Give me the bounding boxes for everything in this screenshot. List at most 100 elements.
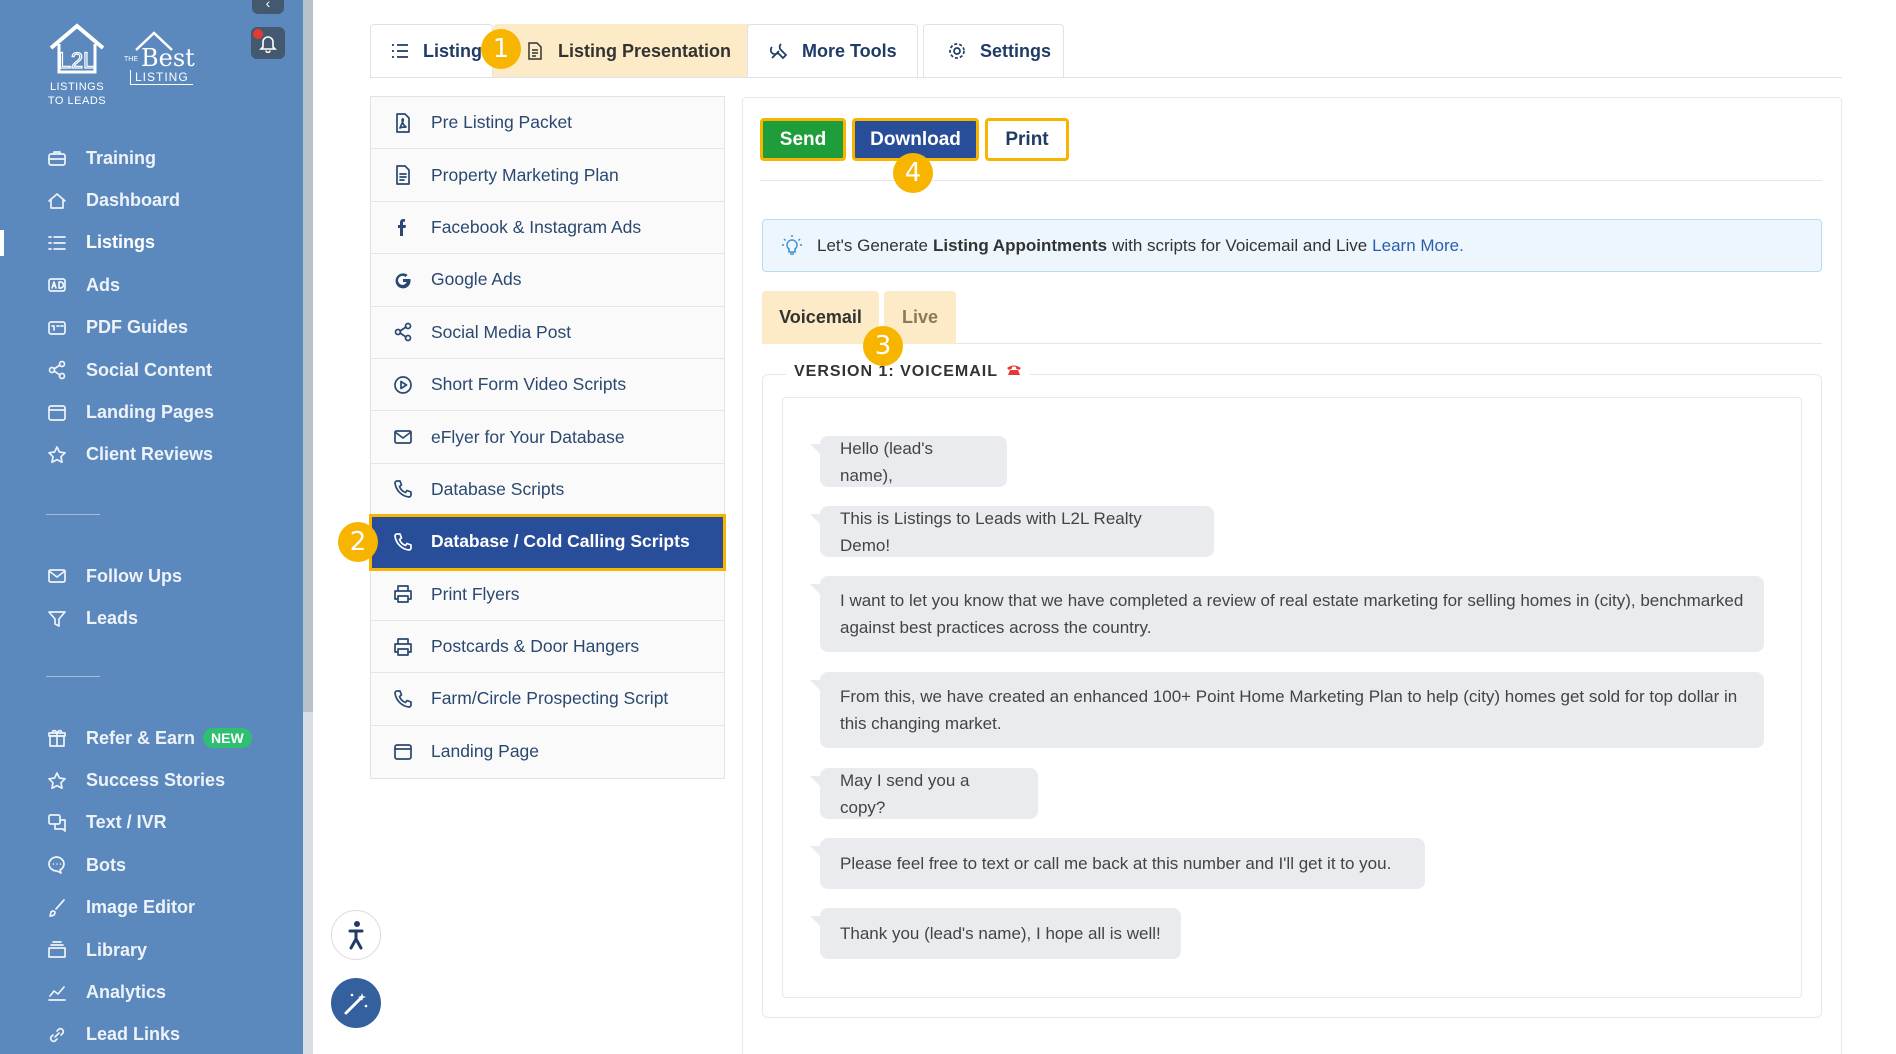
sidebar-item-follow-ups[interactable]: Follow Ups [0, 555, 303, 597]
sidebar-item-ads[interactable]: Ads [0, 264, 303, 306]
list-icon [391, 42, 409, 60]
list-icon [46, 232, 68, 254]
pdf-icon [46, 317, 68, 339]
sidebar-item-landing-pages[interactable]: Landing Pages [0, 391, 303, 433]
info-banner: Let's Generate Listing Appointments with… [762, 219, 1822, 272]
sidebar-item-label: Lead Links [86, 1024, 181, 1045]
submenu-item-label: Farm/Circle Prospecting Script [431, 688, 669, 709]
sidebar-item-lead-links[interactable]: Lead Links [0, 1014, 303, 1054]
sidebar-item-client-reviews[interactable]: Client Reviews [0, 434, 303, 476]
learn-more-link[interactable]: Learn More. [1372, 236, 1464, 256]
submenu-item-label: Database Scripts [431, 478, 565, 499]
submenu-item-pre-listing-packet[interactable]: Pre Listing Packet [371, 97, 724, 150]
submenu-item-farm-circle-prospecting-script[interactable]: Farm/Circle Prospecting Script [371, 673, 724, 726]
submenu-item-short-form-video-scripts[interactable]: Short Form Video Scripts [371, 359, 724, 412]
print-button[interactable]: Print [985, 118, 1069, 161]
sidebar-item-dashboard[interactable]: Dashboard [0, 179, 303, 221]
lightbulb-icon [781, 234, 803, 257]
accessibility-icon [348, 921, 364, 950]
sidebar-collapse-button[interactable]: ‹ [252, 0, 284, 14]
listings-to-leads-logo[interactable]: L2L LISTINGS TO LEADS [42, 22, 112, 107]
sidebar-item-pdf-guides[interactable]: PDF Guides [0, 307, 303, 349]
star-icon [46, 770, 68, 792]
sidebar-item-label: Refer & Earn [86, 727, 196, 748]
info-suffix: with scripts for Voicemail and Live [1112, 235, 1368, 255]
sidebar-item-bots[interactable]: Bots [0, 844, 303, 886]
info-bold: Listing Appointments [932, 235, 1108, 255]
script-message: From this, we have created an enhanced 1… [810, 672, 1764, 748]
star-icon [46, 444, 68, 466]
submenu-item-eflyer-for-your-database[interactable]: eFlyer for Your Database [371, 411, 724, 464]
sidebar-scrollbar-thumb[interactable] [303, 0, 313, 712]
sidebar-item-leads[interactable]: Leads [0, 597, 303, 639]
nav-divider [46, 676, 100, 677]
share-icon [46, 359, 68, 381]
google-icon [393, 270, 413, 290]
magic-wand-icon [344, 993, 368, 1015]
logo-caption-line2: TO LEADS [47, 95, 107, 107]
sidebar-item-refer-earn[interactable]: Refer & Earn NEW [0, 717, 303, 759]
sidebar-item-label: Leads [86, 608, 139, 629]
submenu-item-property-marketing-plan[interactable]: Property Marketing Plan [371, 149, 724, 202]
submenu-item-database-cold-calling-scripts[interactable]: Database / Cold Calling Scripts [369, 514, 726, 571]
sidebar-item-label: Image Editor [86, 897, 196, 918]
notifications-button[interactable] [251, 27, 285, 59]
info-prefix: Let's Generate [817, 235, 928, 255]
sidebar: L2L LISTINGS TO LEADS THE Best LISTING ‹… [0, 0, 313, 1054]
accessibility-button[interactable] [331, 910, 381, 960]
submenu-item-label: Property Marketing Plan [431, 164, 619, 185]
gift-icon [46, 727, 68, 749]
magic-wand-button[interactable] [331, 978, 381, 1028]
step-marker-3: 3 [863, 326, 903, 366]
sidebar-item-image-editor[interactable]: Image Editor [0, 887, 303, 929]
submenu-item-label: Pre Listing Packet [431, 112, 573, 133]
sidebar-item-label: Bots [86, 854, 126, 875]
submenu-item-google-ads[interactable]: Google Ads [371, 254, 724, 307]
submenu-item-postcards-door-hangers[interactable]: Postcards & Door Hangers [371, 621, 724, 674]
tab-listings[interactable]: Listings [370, 24, 493, 77]
sidebar-item-library[interactable]: Library [0, 929, 303, 971]
submenu-item-landing-page[interactable]: Landing Page [371, 726, 724, 778]
sidebar-item-label: Library [86, 939, 148, 960]
telephone-icon [1006, 363, 1022, 381]
document-icon [526, 42, 544, 60]
svg-text:L2L: L2L [59, 48, 96, 73]
tab-settings[interactable]: Settings [923, 24, 1064, 77]
sidebar-item-label: Success Stories [86, 770, 226, 791]
tab-more-tools[interactable]: More Tools [747, 24, 918, 77]
bot-chat-icon [46, 854, 68, 876]
share-icon [393, 322, 413, 342]
brush-icon [46, 897, 68, 919]
gear-icon [948, 42, 966, 60]
submenu-item-label: Print Flyers [431, 583, 520, 604]
best-listing-logo[interactable]: THE Best LISTING [124, 30, 198, 90]
sidebar-item-label: PDF Guides [86, 317, 189, 338]
briefcase-icon [46, 147, 68, 169]
facebook-icon [393, 217, 413, 237]
sidebar-item-text-ivr[interactable]: Text / IVR [0, 802, 303, 844]
submenu-item-print-flyers[interactable]: Print Flyers [371, 569, 724, 621]
library-icon [46, 939, 68, 961]
tab-more-tools-label: More Tools [802, 40, 897, 61]
sidebar-item-success-stories[interactable]: Success Stories [0, 759, 303, 801]
submenu-item-social-media-post[interactable]: Social Media Post [371, 307, 724, 359]
chat-icon [46, 812, 68, 834]
script-type-tabs: Voicemail Live [762, 291, 1822, 344]
sidebar-item-listings[interactable]: Listings [0, 222, 303, 264]
window-icon [393, 742, 413, 762]
submenu-item-database-scripts[interactable]: Database Scripts [371, 464, 724, 517]
printer-icon [393, 637, 413, 657]
sidebar-item-label: Dashboard [86, 190, 181, 211]
submenu-item-facebook-instagram-ads[interactable]: Facebook & Instagram Ads [371, 202, 724, 255]
sidebar-scrollbar[interactable] [303, 0, 313, 1054]
sidebar-item-training[interactable]: Training [0, 137, 303, 179]
submenu-item-label: Landing Page [431, 741, 540, 762]
script-message: This is Listings to Leads with L2L Realt… [810, 506, 1214, 557]
sidebar-item-label: Text / IVR [86, 812, 167, 833]
tab-voicemail[interactable]: Voicemail [762, 291, 879, 344]
nav-tertiary: Refer & Earn NEW Success Stories Text / IVR… [0, 717, 303, 1054]
submenu-item-label: Social Media Post [431, 321, 572, 342]
sidebar-item-social-content[interactable]: Social Content [0, 349, 303, 391]
send-button[interactable]: Send [760, 118, 846, 161]
sidebar-item-analytics[interactable]: Analytics [0, 971, 303, 1013]
